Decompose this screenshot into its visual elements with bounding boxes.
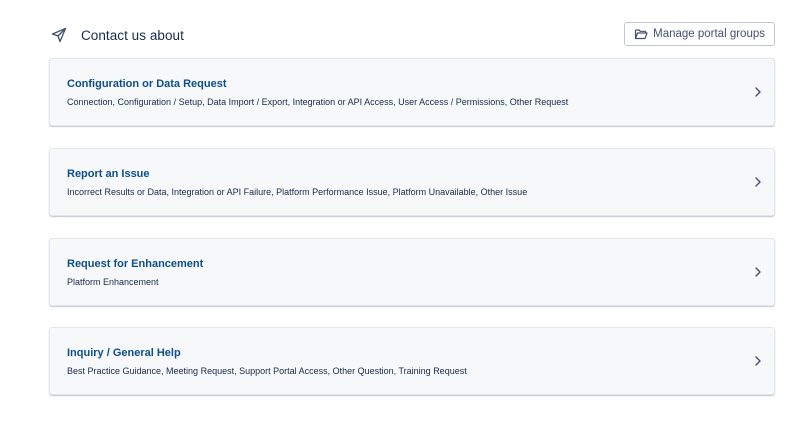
request-type-title: Report an Issue <box>67 168 150 180</box>
request-type-description: Incorrect Results or Data, Integration o… <box>67 187 528 197</box>
request-type-description: Best Practice Guidance, Meeting Request,… <box>67 366 467 376</box>
portal-header: Contact us about Manage portal groups <box>49 22 775 48</box>
request-type-description: Connection, Configuration / Setup, Data … <box>67 97 569 107</box>
page-title: Contact us about <box>81 27 184 43</box>
header-title-group: Contact us about <box>49 24 184 46</box>
manage-portal-groups-label: Manage portal groups <box>653 28 765 40</box>
chevron-right-icon <box>753 175 763 189</box>
send-icon <box>51 27 67 43</box>
chevron-right-icon <box>753 354 763 368</box>
request-type-title: Configuration or Data Request <box>67 78 227 90</box>
request-type-description: Platform Enhancement <box>67 277 159 287</box>
customer-portal-page: Contact us about Manage portal groups Co… <box>0 0 800 438</box>
chevron-right-icon <box>753 85 763 99</box>
request-type-enhancement-card[interactable]: Request for Enhancement Platform Enhance… <box>49 238 775 306</box>
folder-icon <box>634 27 648 41</box>
request-type-inquiry-card[interactable]: Inquiry / General Help Best Practice Gui… <box>49 327 775 395</box>
request-type-configuration-card[interactable]: Configuration or Data Request Connection… <box>49 58 775 126</box>
manage-portal-groups-button[interactable]: Manage portal groups <box>624 22 775 46</box>
request-type-title: Request for Enhancement <box>67 258 204 270</box>
chevron-right-icon <box>753 265 763 279</box>
request-type-title: Inquiry / General Help <box>67 347 181 359</box>
request-type-report-issue-card[interactable]: Report an Issue Incorrect Results or Dat… <box>49 148 775 216</box>
